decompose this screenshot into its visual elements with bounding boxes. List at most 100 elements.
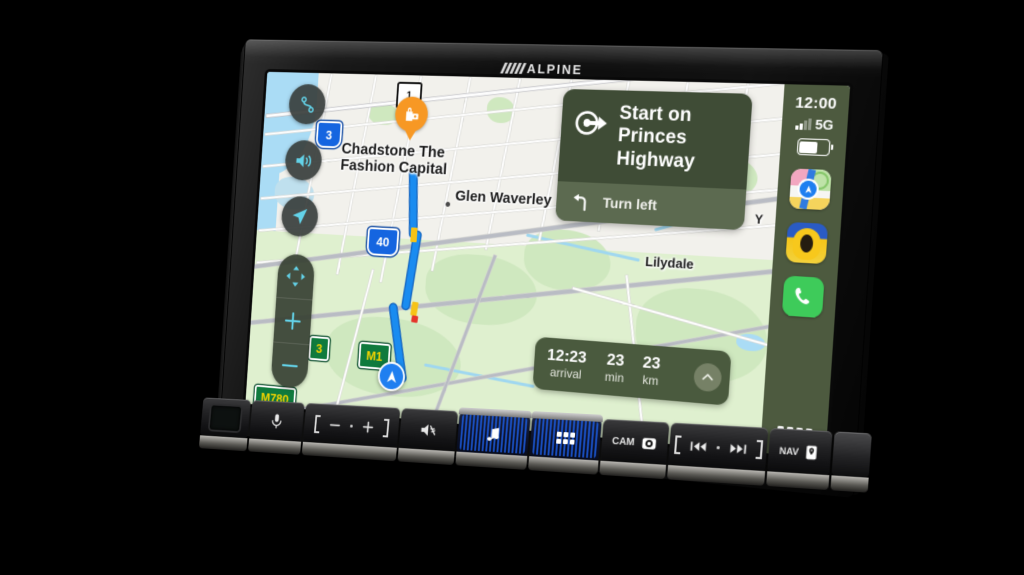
map-label-lilydale: Lilydale bbox=[644, 253, 695, 272]
eta-duration: 23 min bbox=[604, 351, 625, 386]
skip-left-bracket-icon bbox=[673, 435, 682, 455]
pan-button[interactable] bbox=[276, 253, 315, 299]
button-backlight bbox=[532, 418, 599, 459]
map-label-glen-waverley: Glen Waverley bbox=[454, 187, 553, 209]
phone-app-icon[interactable] bbox=[781, 275, 825, 319]
map-park bbox=[522, 227, 613, 294]
next-track-icon bbox=[729, 443, 746, 454]
status-signal: 5G bbox=[795, 116, 834, 133]
minus-icon bbox=[279, 353, 301, 378]
map-label-y: Y bbox=[754, 211, 764, 227]
camera-button[interactable]: CAM bbox=[600, 419, 670, 466]
shopping-bag-icon bbox=[405, 107, 418, 121]
chevron-up-icon bbox=[700, 368, 716, 385]
turn-next-row[interactable]: Turn left bbox=[555, 181, 747, 231]
map-arterial bbox=[249, 186, 851, 269]
route-overview-button[interactable] bbox=[287, 83, 327, 125]
map-park bbox=[558, 139, 609, 172]
plus-icon bbox=[360, 419, 374, 434]
alpine-logo: ALPINE bbox=[500, 61, 583, 77]
zoom-in-button[interactable] bbox=[273, 296, 313, 345]
map-stream bbox=[654, 204, 744, 232]
camera-button-label: CAM bbox=[611, 435, 635, 448]
rocker-center-dot-icon bbox=[349, 424, 353, 428]
map-shield-route-40: 40 bbox=[366, 226, 400, 257]
map-road bbox=[719, 83, 750, 218]
turn-primary-row: Start on Princes Highway bbox=[558, 89, 753, 190]
volume-rocker[interactable] bbox=[302, 403, 401, 449]
mute-button[interactable] bbox=[398, 408, 459, 453]
map-shield-route-m3: 3 bbox=[308, 335, 330, 362]
audio-volume-button[interactable] bbox=[284, 139, 323, 182]
map-road bbox=[597, 81, 630, 232]
blank-button[interactable] bbox=[831, 431, 872, 479]
map-pin-icon bbox=[806, 445, 818, 460]
eta-arrival-value: 12:23 bbox=[546, 346, 588, 367]
navigation-arrow-icon bbox=[292, 208, 308, 225]
eta-distance-label: km bbox=[642, 372, 659, 389]
eta-distance: 23 km bbox=[641, 354, 662, 389]
map-park bbox=[694, 154, 759, 199]
map-road bbox=[572, 286, 796, 355]
rocker-right-bracket-icon bbox=[382, 418, 390, 437]
turn-instruction-text: Start on Princes Highway bbox=[615, 102, 696, 173]
map-stream bbox=[525, 233, 640, 262]
eta-arrival-label: arrival bbox=[549, 364, 582, 382]
cellular-bars-icon bbox=[795, 118, 812, 131]
eta-bar[interactable]: 12:23 arrival 23 min 23 km bbox=[532, 336, 732, 406]
map-road bbox=[657, 82, 689, 225]
network-type-label: 5G bbox=[814, 116, 835, 133]
location-arrow-icon bbox=[386, 369, 397, 383]
route-overview-icon bbox=[297, 94, 316, 115]
recenter-button[interactable] bbox=[280, 195, 320, 238]
phone-handset-icon bbox=[794, 287, 810, 304]
route-traffic-slow bbox=[410, 227, 418, 243]
eta-duration-label: min bbox=[604, 369, 625, 386]
skip-center-dot-icon bbox=[716, 445, 720, 449]
poi-pin-chadstone[interactable] bbox=[394, 96, 429, 133]
audio-source-button[interactable] bbox=[456, 407, 532, 458]
ir-window-icon bbox=[209, 405, 242, 432]
rocker-left-bracket-icon bbox=[313, 414, 321, 433]
map-park bbox=[632, 285, 771, 388]
speaker-waves-icon bbox=[295, 149, 314, 172]
turn-left-arrow-icon bbox=[569, 194, 592, 213]
prev-track-icon bbox=[689, 441, 706, 451]
microphone-icon bbox=[268, 414, 285, 430]
eta-arrival: 12:23 arrival bbox=[546, 346, 588, 383]
skip-right-bracket-icon bbox=[754, 439, 763, 460]
map-lake bbox=[735, 333, 766, 353]
nav-button[interactable]: NAV bbox=[767, 428, 833, 477]
minus-icon bbox=[327, 417, 341, 432]
audio-app-icon[interactable] bbox=[785, 221, 829, 265]
music-note-icon bbox=[487, 427, 500, 441]
bezel-gloss bbox=[244, 39, 883, 78]
nav-button-label: NAV bbox=[778, 445, 800, 458]
lcd-screen[interactable]: Chadstone The Fashion Capital Glen Waver… bbox=[245, 71, 851, 459]
eta-expand-button[interactable] bbox=[693, 361, 723, 392]
turn-next-text: Turn left bbox=[602, 194, 658, 214]
depart-right-arrow-icon bbox=[572, 103, 611, 143]
hardware-button-strip: CAM NAV bbox=[156, 397, 896, 524]
speaker-mute-icon bbox=[420, 420, 438, 441]
battery-fill bbox=[798, 140, 818, 154]
maps-app-icon[interactable] bbox=[788, 168, 832, 211]
map-label-chadstone: Chadstone The Fashion Capital bbox=[339, 140, 448, 179]
carplay-sidebar[interactable]: 12:00 5G bbox=[760, 84, 851, 459]
maps-arrow-icon bbox=[805, 185, 813, 194]
route-traffic-stop bbox=[410, 315, 419, 324]
four-way-arrows-icon bbox=[286, 265, 306, 287]
turn-instruction-card[interactable]: Start on Princes Highway Turn left bbox=[555, 88, 753, 231]
eta-duration-value: 23 bbox=[606, 351, 625, 371]
ir-sensor-panel bbox=[199, 397, 251, 440]
map-city-dot bbox=[445, 201, 451, 207]
map-road bbox=[537, 79, 573, 243]
map-road-major bbox=[266, 71, 850, 118]
camera-icon bbox=[641, 437, 657, 449]
track-skip-button[interactable] bbox=[668, 422, 769, 473]
eta-distance-value: 23 bbox=[642, 354, 662, 374]
voice-mic-button[interactable] bbox=[249, 400, 305, 443]
map-canvas[interactable]: Chadstone The Fashion Capital Glen Waver… bbox=[245, 71, 851, 459]
app-grid-icon bbox=[555, 431, 575, 445]
apps-button[interactable] bbox=[529, 411, 604, 462]
